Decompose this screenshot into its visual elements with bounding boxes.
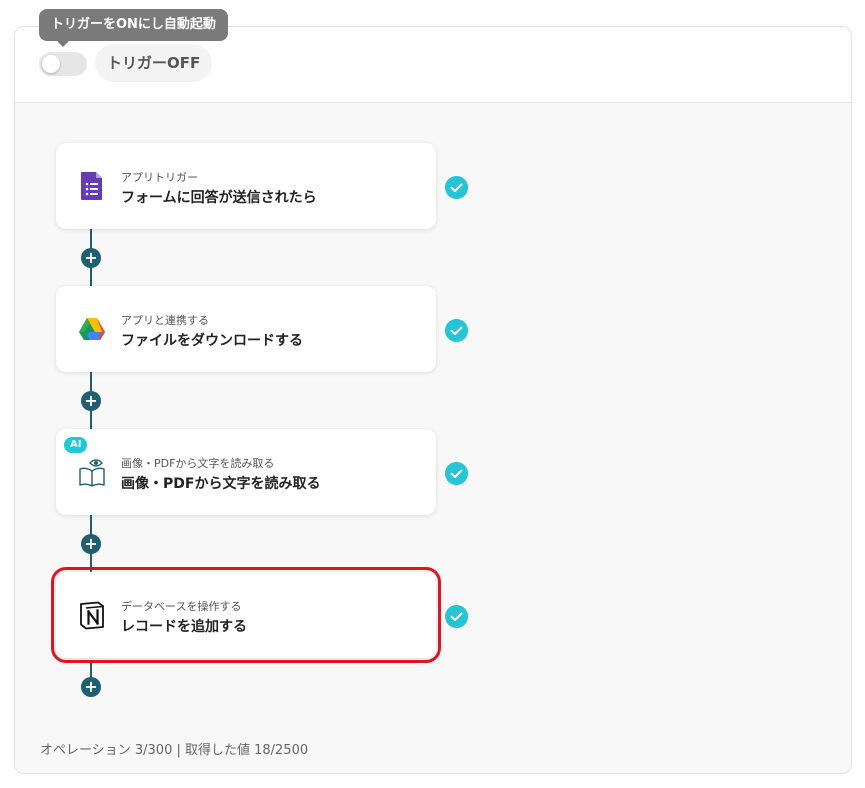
add-step-button[interactable]: + [81,677,101,697]
step-caption: 画像・PDFから文字を読み取る [121,457,275,470]
google-drive-icon [79,318,105,340]
step-caption: アプリトリガー [121,171,198,184]
check-icon [445,319,468,342]
step-title: レコードを追加する [121,619,247,635]
step-title: 画像・PDFから文字を読み取る [121,476,321,492]
flow-panel [14,26,852,774]
step-title: フォームに回答が送信されたら [121,190,317,206]
notion-icon [80,601,104,630]
ai-badge: AI [64,437,88,453]
step-card-form-trigger[interactable]: アプリトリガー フォームに回答が送信されたら [56,143,436,229]
ocr-book-eye-icon [79,459,105,487]
check-icon [445,462,468,485]
add-step-button[interactable]: + [81,248,101,268]
step-card-drive-download[interactable]: アプリと連携する ファイルをダウンロードする [56,286,436,372]
google-forms-icon [81,172,102,200]
step-title: ファイルをダウンロードする [121,333,303,349]
add-step-button[interactable]: + [81,391,101,411]
check-icon [445,605,468,628]
step-caption: データベースを操作する [121,600,242,613]
usage-stats: オペレーション 3/300 | 取得した値 18/2500 [40,743,309,758]
toggle-knob [42,55,60,73]
add-step-button[interactable]: + [81,534,101,554]
trigger-tooltip: トリガーをONにし自動起動 [39,9,228,47]
step-card-notion-add-record[interactable]: データベースを操作する レコードを追加する [51,567,441,663]
check-icon [445,176,468,199]
trigger-toggle[interactable] [39,52,87,76]
step-caption: アプリと連携する [121,314,209,327]
trigger-status-label: トリガーOFF [95,44,213,82]
step-card-ocr[interactable]: AI 画像・PDFから文字を読み取る 画像・PDFから文字を読み取る [56,429,436,515]
